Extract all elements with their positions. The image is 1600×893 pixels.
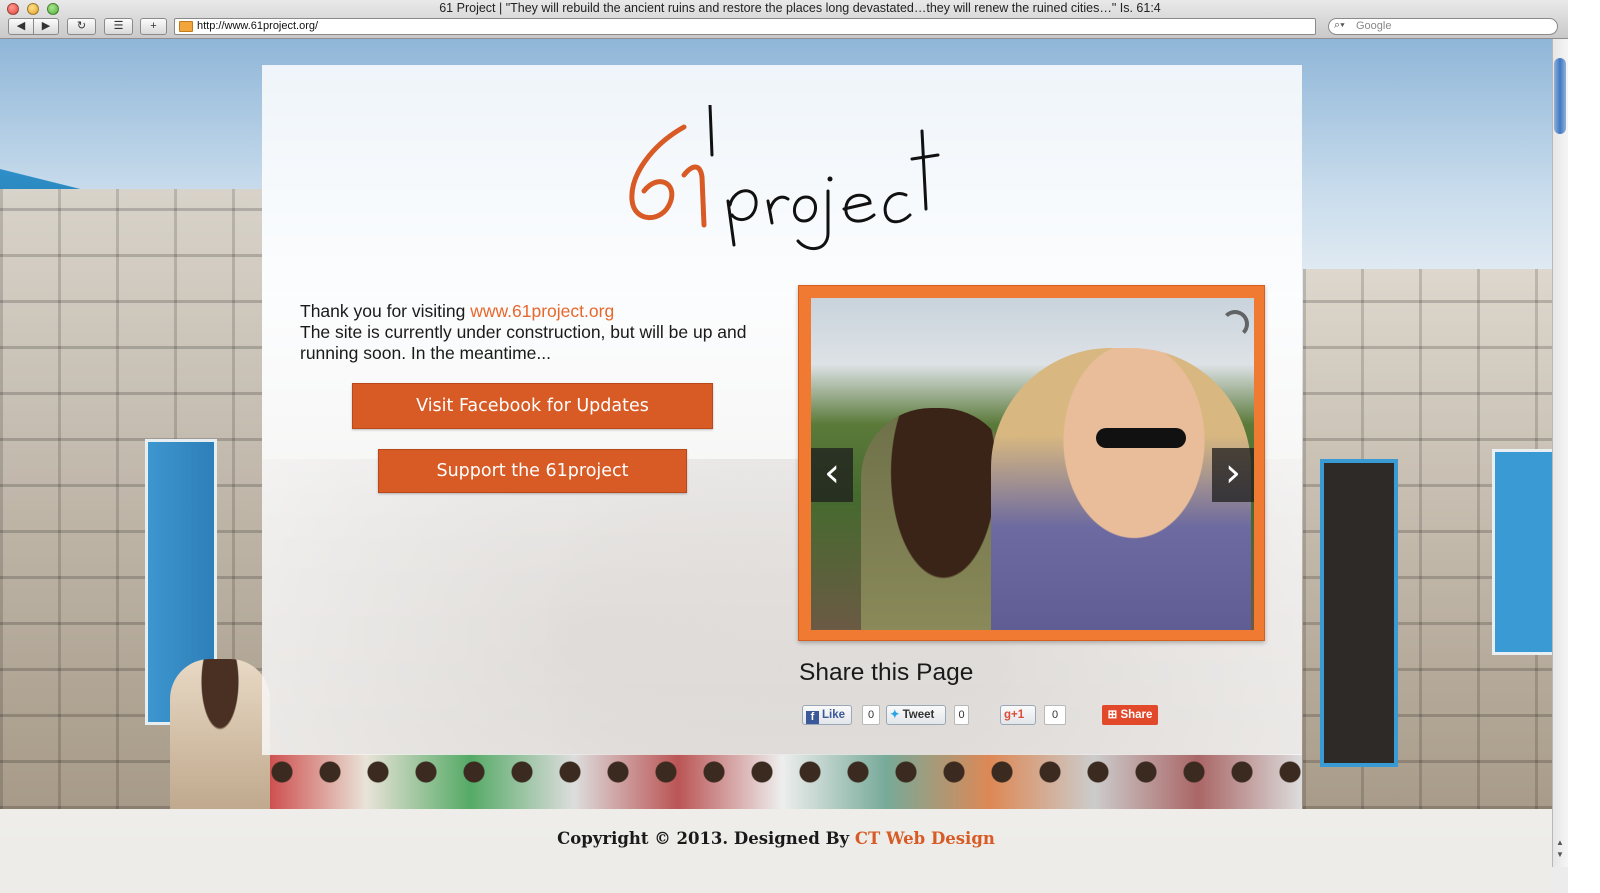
favicon-icon xyxy=(179,21,193,32)
site-logo xyxy=(629,105,940,250)
slide-photo-child xyxy=(861,408,1011,630)
reload-button[interactable]: ↻ xyxy=(67,18,96,35)
slide-photo-sunglasses xyxy=(1096,428,1186,448)
new-tab-button[interactable]: + xyxy=(140,18,167,35)
page-viewport: Thank you for visiting www.61project.org… xyxy=(0,39,1552,893)
reload-icon: ↻ xyxy=(76,20,87,32)
footer: Copyright © 2013. Designed By CT Web Des… xyxy=(0,809,1552,893)
back-button[interactable]: ◀ xyxy=(8,18,34,35)
background-photo-crowd xyxy=(262,754,1302,809)
plus-square-icon: ⊞ xyxy=(1107,709,1118,721)
back-arrow-icon: ◀ xyxy=(16,20,26,32)
tweet-label: Tweet xyxy=(902,709,935,721)
support-button[interactable]: Support the 61project xyxy=(378,449,687,493)
google-plus-count: 0 xyxy=(1044,705,1066,725)
search-input[interactable]: ⌕▾ Google xyxy=(1328,18,1558,35)
background-photo-door-right xyxy=(1320,459,1398,767)
scroll-down-arrow-icon[interactable]: ▼ xyxy=(1554,850,1566,859)
slider-next-button[interactable]: › xyxy=(1212,448,1254,502)
bookmarks-button[interactable]: ☰ xyxy=(104,18,133,35)
chevron-right-icon: › xyxy=(1225,450,1241,496)
copyright-text: Copyright © 2013. Designed By xyxy=(557,829,855,848)
share-label: Share xyxy=(1120,709,1153,721)
window-title: 61 Project | "They will rebuild the anci… xyxy=(439,1,1161,15)
intro-text: Thank you for visiting www.61project.org… xyxy=(300,301,770,364)
background-photo-child xyxy=(170,659,270,809)
search-icon: ⌕▾ xyxy=(1334,19,1345,31)
plus-icon: + xyxy=(150,20,157,32)
search-placeholder: Google xyxy=(1356,20,1392,32)
facebook-like-count: 0 xyxy=(862,705,880,725)
like-label: Like xyxy=(822,709,846,721)
forward-arrow-icon: ▶ xyxy=(41,20,51,32)
chevron-left-icon: ‹ xyxy=(824,450,840,496)
share-button[interactable]: ⊞ Share xyxy=(1102,705,1158,725)
facebook-icon: f xyxy=(806,711,819,724)
slider-prev-button[interactable]: ‹ xyxy=(811,448,853,502)
window-edge xyxy=(1568,0,1600,893)
visit-facebook-button[interactable]: Visit Facebook for Updates xyxy=(352,383,713,429)
designer-link[interactable]: CT Web Design xyxy=(855,829,995,848)
address-bar[interactable]: http://www.61project.org/ xyxy=(174,18,1316,35)
tweet-button[interactable]: ✦ Tweet xyxy=(886,705,946,725)
bookmarks-icon: ☰ xyxy=(113,20,124,32)
gplus-label: +1 xyxy=(1011,709,1025,721)
browser-toolbar: 61 Project | "They will rebuild the anci… xyxy=(0,0,1600,39)
scroll-up-arrow-icon[interactable]: ▲ xyxy=(1554,838,1566,847)
vertical-scrollbar[interactable] xyxy=(1552,39,1569,867)
loading-spinner-icon xyxy=(1221,310,1249,338)
image-slider: ‹ › xyxy=(798,285,1265,641)
share-heading: Share this Page xyxy=(799,659,974,686)
intro-line1-prefix: Thank you for visiting xyxy=(300,301,471,321)
slide-photo: ‹ › xyxy=(811,298,1254,630)
scrollbar-thumb[interactable] xyxy=(1554,58,1566,134)
twitter-bird-icon: ✦ xyxy=(890,709,900,721)
site-link[interactable]: www.61project.org xyxy=(470,301,614,321)
facebook-like-button[interactable]: f Like xyxy=(802,705,852,725)
footer-copyright: Copyright © 2013. Designed By CT Web Des… xyxy=(0,829,1552,848)
background-photo-window-right xyxy=(1492,449,1552,655)
tweet-count: 0 xyxy=(954,705,969,725)
window-resize-corner[interactable] xyxy=(1552,867,1568,893)
google-plus-icon: g xyxy=(1004,709,1012,721)
address-bar-url: http://www.61project.org/ xyxy=(197,20,319,32)
forward-button[interactable]: ▶ xyxy=(33,18,59,35)
intro-line2: The site is currently under construction… xyxy=(300,322,747,363)
google-plus-one-button[interactable]: g+1 xyxy=(1000,705,1036,725)
